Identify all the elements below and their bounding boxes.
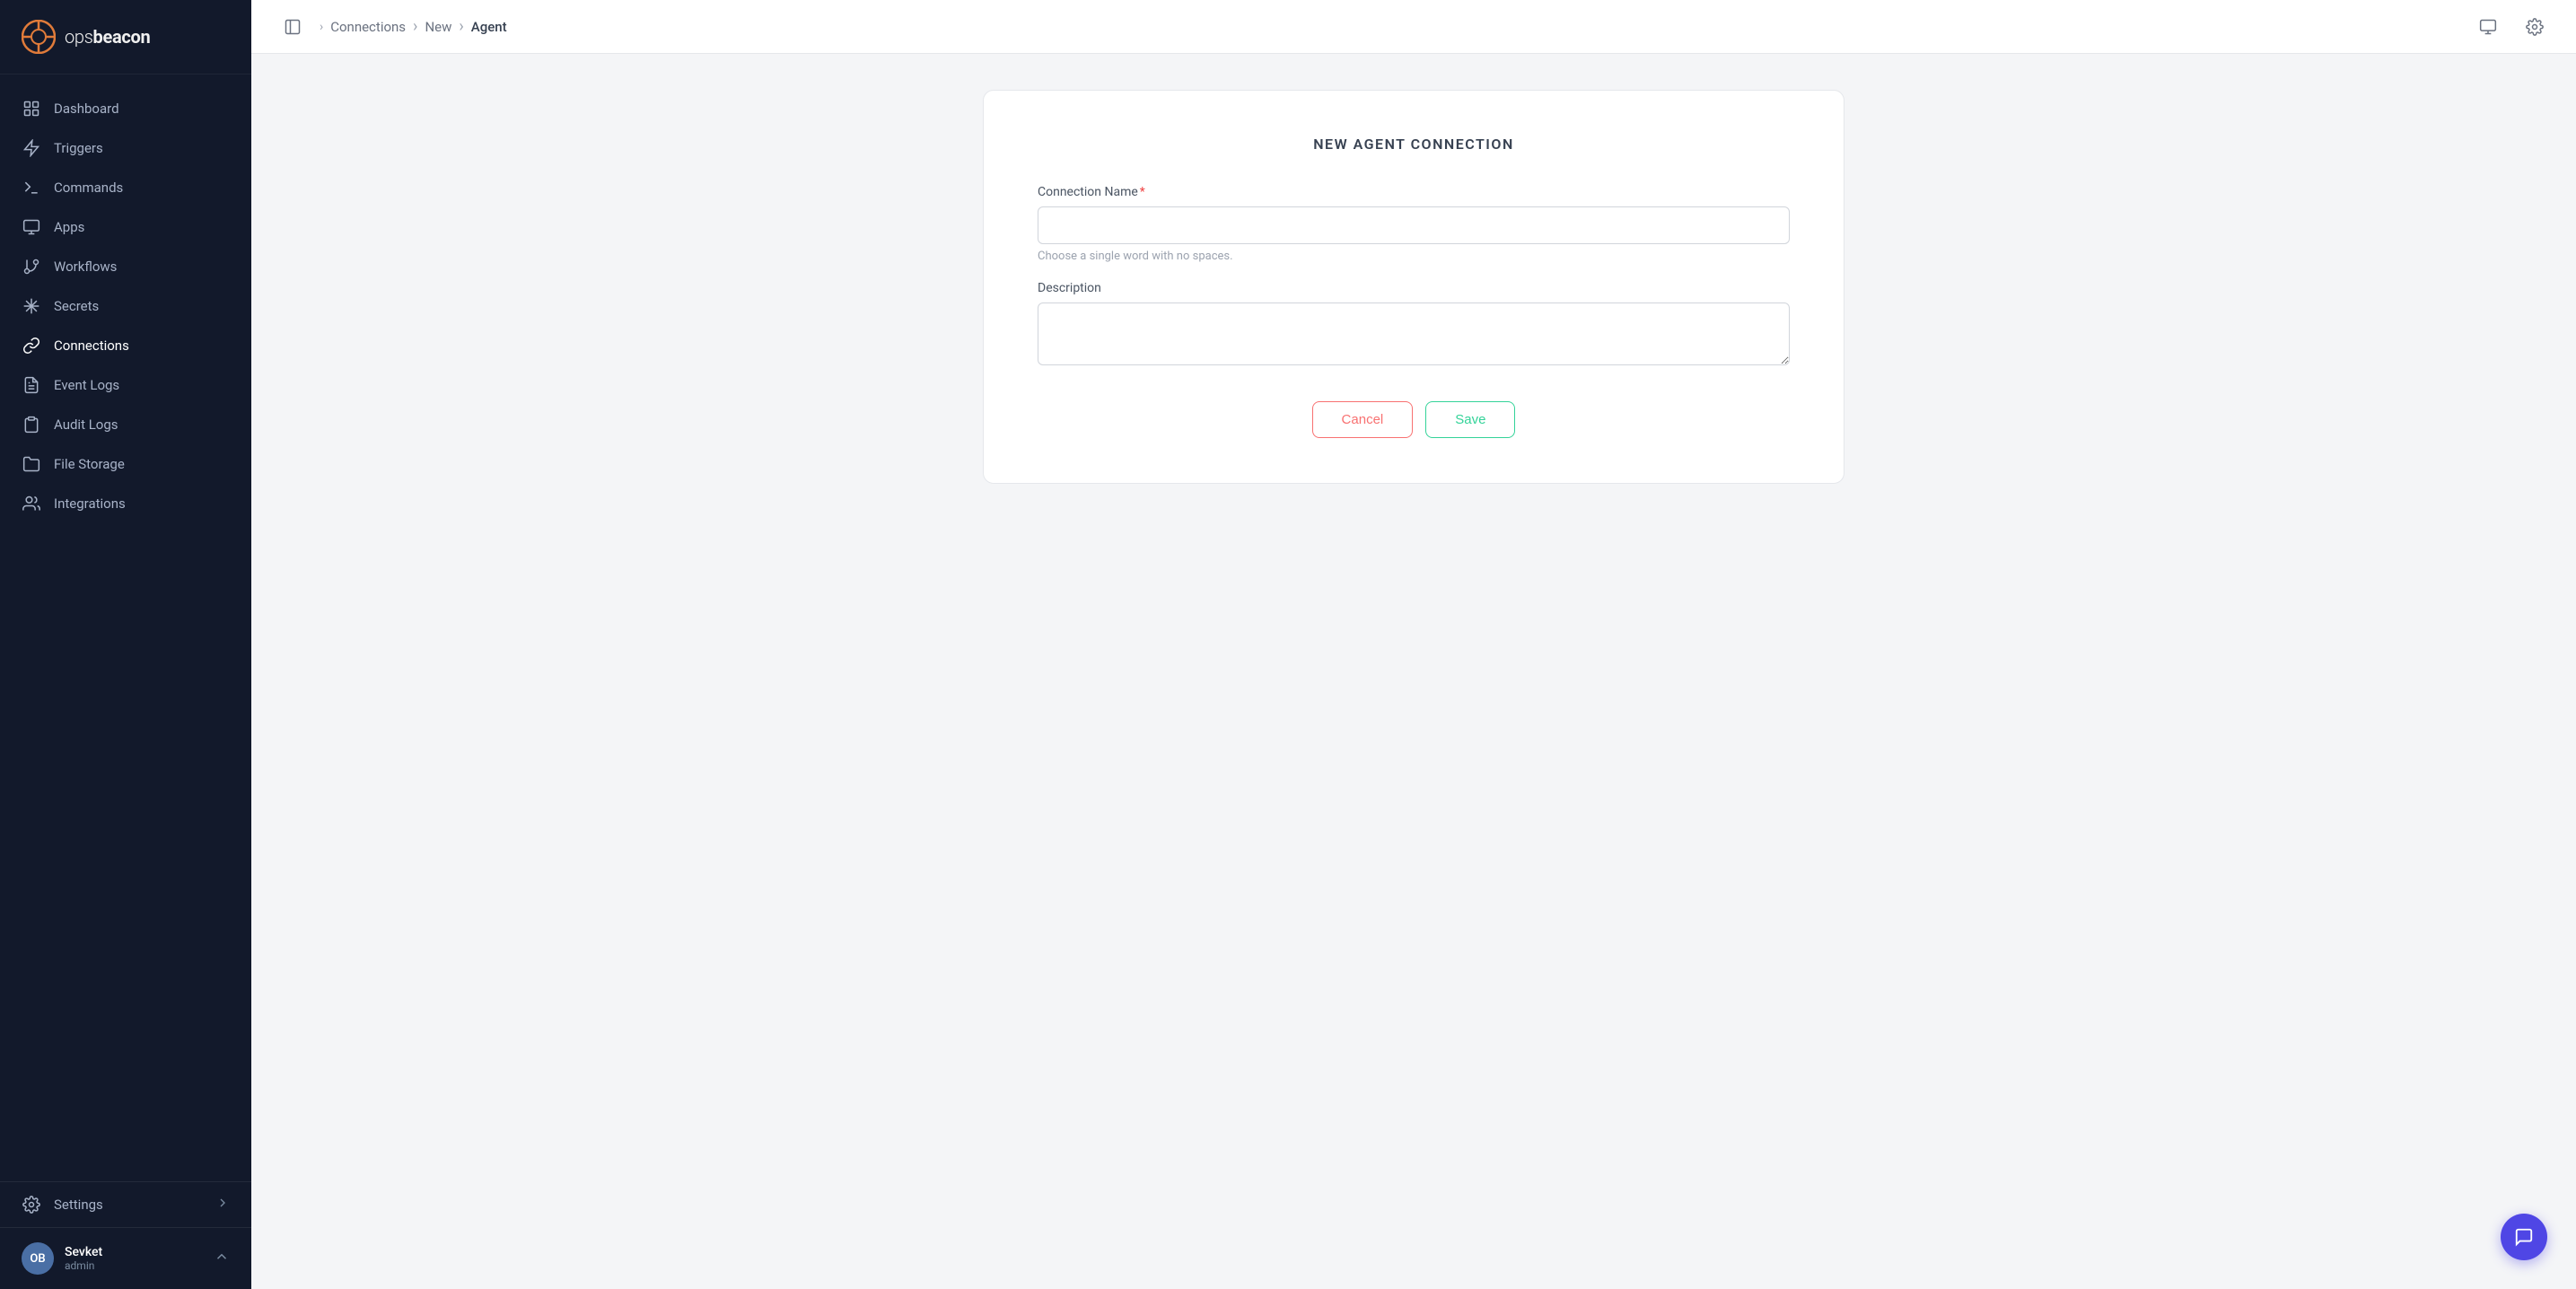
- sidebar-nav: Dashboard Triggers Commands Apps Workflo: [0, 75, 251, 1181]
- connection-name-group: Connection Name* Choose a single word wi…: [1038, 185, 1790, 263]
- breadcrumb-sep2: ›: [413, 17, 417, 36]
- sidebar-footer: OB Sevket admin: [0, 1227, 251, 1289]
- sidebar-item-label: Secrets: [54, 298, 99, 314]
- form-actions: Cancel Save: [1038, 401, 1790, 438]
- sidebar-item-label: Audit Logs: [54, 417, 118, 433]
- main-content: › Connections › New › Agent NEW AGENT CO…: [251, 0, 2576, 1289]
- users-icon: [22, 494, 41, 513]
- connection-name-input[interactable]: [1038, 206, 1790, 244]
- sidebar-item-label: Commands: [54, 180, 123, 196]
- user-details: Sevket admin: [65, 1245, 102, 1272]
- connection-name-hint: Choose a single word with no spaces.: [1038, 250, 1790, 263]
- user-role: admin: [65, 1259, 102, 1272]
- settings-icon: [22, 1195, 41, 1214]
- clipboard-icon: [22, 415, 41, 434]
- sidebar-item-triggers[interactable]: Triggers: [0, 128, 251, 168]
- description-label: Description: [1038, 281, 1790, 295]
- chat-bubble-button[interactable]: [2501, 1214, 2547, 1260]
- avatar: OB: [22, 1242, 54, 1275]
- logo: opsbeacon: [0, 0, 251, 75]
- save-button[interactable]: Save: [1425, 401, 1515, 438]
- sidebar-item-settings[interactable]: Settings: [0, 1181, 251, 1227]
- logo-text: opsbeacon: [65, 26, 150, 48]
- cancel-button[interactable]: Cancel: [1312, 401, 1414, 438]
- form-card: NEW AGENT CONNECTION Connection Name* Ch…: [983, 90, 1844, 484]
- breadcrumb-connections[interactable]: Connections: [330, 19, 406, 35]
- sidebar-item-integrations[interactable]: Integrations: [0, 484, 251, 523]
- expand-icon[interactable]: [214, 1249, 230, 1268]
- sidebar-item-label: Workflows: [54, 259, 117, 275]
- sidebar-item-workflows[interactable]: Workflows: [0, 247, 251, 286]
- git-branch-icon: [22, 257, 41, 276]
- breadcrumb-sep: ›: [320, 20, 323, 34]
- sidebar-item-label: Dashboard: [54, 101, 119, 117]
- sidebar-item-label: Apps: [54, 219, 84, 235]
- sidebar-item-label: Connections: [54, 338, 129, 354]
- topbar: › Connections › New › Agent: [251, 0, 2576, 54]
- zap-icon: [22, 138, 41, 158]
- description-input[interactable]: [1038, 303, 1790, 365]
- sidebar-item-secrets[interactable]: Secrets: [0, 286, 251, 326]
- settings-button[interactable]: [2519, 11, 2551, 43]
- connection-name-label: Connection Name*: [1038, 185, 1790, 199]
- breadcrumb: › Connections › New › Agent: [320, 17, 507, 36]
- breadcrumb-new[interactable]: New: [425, 19, 451, 35]
- asterisk-icon: [22, 296, 41, 316]
- sidebar: opsbeacon Dashboard Triggers Commands: [0, 0, 251, 1289]
- link-icon: [22, 336, 41, 355]
- sidebar-item-label: File Storage: [54, 456, 125, 472]
- terminal-panel-button[interactable]: [2472, 11, 2504, 43]
- user-info: OB Sevket admin: [22, 1242, 102, 1275]
- folder-icon: [22, 454, 41, 474]
- topbar-actions: [2472, 11, 2551, 43]
- file-text-icon: [22, 375, 41, 395]
- sidebar-item-label: Integrations: [54, 495, 126, 512]
- form-title: NEW AGENT CONNECTION: [1038, 136, 1790, 153]
- user-name: Sevket: [65, 1245, 102, 1259]
- description-group: Description: [1038, 281, 1790, 369]
- terminal-icon: [22, 178, 41, 197]
- sidebar-toggle-button[interactable]: [276, 11, 309, 43]
- sidebar-settings-label: Settings: [54, 1197, 103, 1213]
- breadcrumb-sep3: ›: [459, 17, 463, 36]
- sidebar-item-audit-logs[interactable]: Audit Logs: [0, 405, 251, 444]
- sidebar-item-label: Triggers: [54, 140, 103, 156]
- grid-icon: [22, 99, 41, 118]
- sidebar-item-dashboard[interactable]: Dashboard: [0, 89, 251, 128]
- sidebar-item-label: Event Logs: [54, 377, 119, 393]
- logo-icon: [22, 20, 56, 54]
- sidebar-item-file-storage[interactable]: File Storage: [0, 444, 251, 484]
- sidebar-item-connections[interactable]: Connections: [0, 326, 251, 365]
- breadcrumb-agent: Agent: [471, 19, 507, 35]
- chevron-right-icon: [215, 1196, 230, 1214]
- sidebar-item-apps[interactable]: Apps: [0, 207, 251, 247]
- sidebar-item-event-logs[interactable]: Event Logs: [0, 365, 251, 405]
- sidebar-item-commands[interactable]: Commands: [0, 168, 251, 207]
- monitor-icon: [22, 217, 41, 237]
- page-content: NEW AGENT CONNECTION Connection Name* Ch…: [251, 54, 2576, 1289]
